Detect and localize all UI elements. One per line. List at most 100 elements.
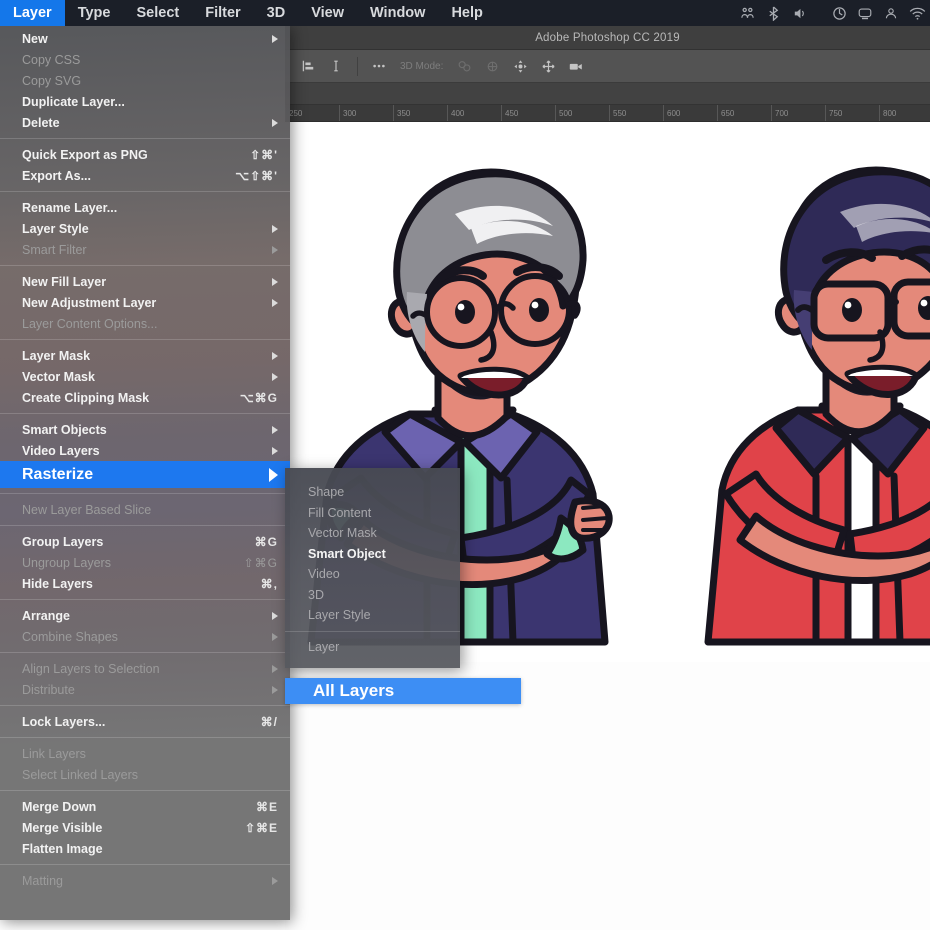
menu-layer[interactable]: Layer [0,0,65,26]
menu-item-shortcut: ⇧⌘G [244,556,278,570]
menu-item-label: Layer Content Options... [22,317,158,331]
submenu-item-vector-mask: Vector Mask [285,523,460,544]
chevron-right-icon [272,373,278,381]
menu-item-group-layers[interactable]: Group Layers ⌘G [0,531,290,552]
menu-item-shortcut: ⌘E [256,800,278,814]
pan-3d-icon[interactable] [535,53,561,79]
menu-item-video-layers[interactable]: Video Layers [0,440,290,461]
menu-item-label: Duplicate Layer... [22,95,125,109]
menu-item-label: Export As... [22,169,91,183]
document-tab-strip [285,83,930,105]
wifi-icon[interactable] [904,0,930,26]
menu-item-layer-content-options: Layer Content Options... [0,313,290,334]
menu-item-duplicate-layer[interactable]: Duplicate Layer... [0,91,290,112]
text-tool-icon[interactable] [323,53,349,79]
screen-share-icon[interactable] [734,0,760,26]
menu-item-label: Video Layers [22,444,100,458]
menu-select[interactable]: Select [123,0,192,26]
path-ops-icon[interactable] [479,53,505,79]
menu-item-vector-mask[interactable]: Vector Mask [0,366,290,387]
menu-item-label: Smart Objects [22,423,107,437]
menu-item-link-layers: Link Layers [0,743,290,764]
menu-item-label: Rasterize [22,466,93,484]
menu-item-label: Copy SVG [22,74,81,88]
menu-item-smart-objects[interactable]: Smart Objects [0,419,290,440]
chevron-right-icon [272,225,278,233]
submenu-separator [285,631,460,632]
menu-item-label: Smart Filter [22,243,87,257]
menu-window[interactable]: Window [357,0,438,26]
submenu-item-all-layers[interactable]: All Layers [285,678,521,704]
chevron-right-icon [272,278,278,286]
chevron-right-icon [272,633,278,641]
menu-item-copy-svg: Copy SVG [0,70,290,91]
menu-separator [0,599,290,600]
menu-item-hide-layers[interactable]: Hide Layers ⌘, [0,573,290,594]
menu-item-layer-style[interactable]: Layer Style [0,218,290,239]
submenu-item-video: Video [285,564,460,585]
menu-item-ungroup-layers: Ungroup Layers ⇧⌘G [0,552,290,573]
menu-item-new-fill-layer[interactable]: New Fill Layer [0,271,290,292]
menu-item-shortcut: ⌘G [255,535,278,549]
menu-item-shortcut: ⌘/ [261,715,278,729]
rasterize-submenu[interactable]: Shape Fill Content Vector Mask Smart Obj… [285,468,460,668]
menu-item-label: Rename Layer... [22,201,117,215]
display-icon[interactable] [852,0,878,26]
submenu-item-label: Vector Mask [308,526,377,540]
menu-item-label: Delete [22,116,60,130]
menu-item-rename-layer[interactable]: Rename Layer... [0,197,290,218]
chevron-right-icon [269,468,278,482]
layer-dropdown-menu[interactable]: New Copy CSS Copy SVG Duplicate Layer...… [0,26,290,920]
volume-icon[interactable] [786,0,812,26]
submenu-item-label: Layer Style [308,608,371,622]
chevron-right-icon [272,447,278,455]
menu-item-shortcut: ⌥⌘G [240,391,278,405]
macos-menu-bar: Layer Type Select Filter 3D View Window … [0,0,930,26]
menu-item-export-as[interactable]: Export As... ⌥⇧⌘' [0,165,290,186]
ruler-tick: 650 [717,105,734,122]
user-icon[interactable] [878,0,904,26]
menu-item-merge-visible[interactable]: Merge Visible ⇧⌘E [0,817,290,838]
menu-item-label: Select Linked Layers [22,768,138,782]
menu-help[interactable]: Help [438,0,495,26]
move-3d-icon[interactable] [507,53,533,79]
submenu-item-label: Video [308,567,340,581]
menu-item-select-linked-layers: Select Linked Layers [0,764,290,785]
menu-separator [0,652,290,653]
menu-item-label: Group Layers [22,535,103,549]
menu-item-rasterize[interactable]: Rasterize [0,461,290,488]
menu-item-flatten-image[interactable]: Flatten Image [0,838,290,859]
menu-item-label: New Adjustment Layer [22,296,156,310]
submenu-item-3d: 3D [285,585,460,606]
battery-icon[interactable] [826,0,852,26]
menu-3d[interactable]: 3D [254,0,299,26]
options-bar: 3D Mode: [285,50,930,83]
menu-item-new[interactable]: New [0,28,290,49]
menu-item-create-clipping-mask[interactable]: Create Clipping Mask ⌥⌘G [0,387,290,408]
menu-item-label: Create Clipping Mask [22,391,149,405]
more-options-icon[interactable] [366,53,392,79]
menu-item-delete[interactable]: Delete [0,112,290,133]
menu-filter[interactable]: Filter [192,0,253,26]
menu-item-label: New Layer Based Slice [22,503,151,517]
camera-icon[interactable] [563,53,589,79]
bluetooth-icon[interactable] [760,0,786,26]
align-left-icon[interactable] [295,53,321,79]
menu-item-lock-layers[interactable]: Lock Layers... ⌘/ [0,711,290,732]
menu-item-merge-down[interactable]: Merge Down ⌘E [0,796,290,817]
menu-view[interactable]: View [298,0,357,26]
submenu-item-fill-content: Fill Content [285,503,460,524]
ruler-tick: 500 [555,105,572,122]
menu-item-arrange[interactable]: Arrange [0,605,290,626]
menu-type[interactable]: Type [65,0,124,26]
submenu-item-smart-object[interactable]: Smart Object [285,544,460,565]
distribute-icon[interactable] [451,53,477,79]
menu-item-layer-mask[interactable]: Layer Mask [0,345,290,366]
menu-item-label: Hide Layers [22,577,93,591]
menu-item-new-adjustment-layer[interactable]: New Adjustment Layer [0,292,290,313]
ruler-tick: 750 [825,105,842,122]
menu-item-quick-export-png[interactable]: Quick Export as PNG ⇧⌘' [0,144,290,165]
menu-separator [0,413,290,414]
menu-item-label: Arrange [22,609,70,623]
submenu-item-label: 3D [308,588,324,602]
